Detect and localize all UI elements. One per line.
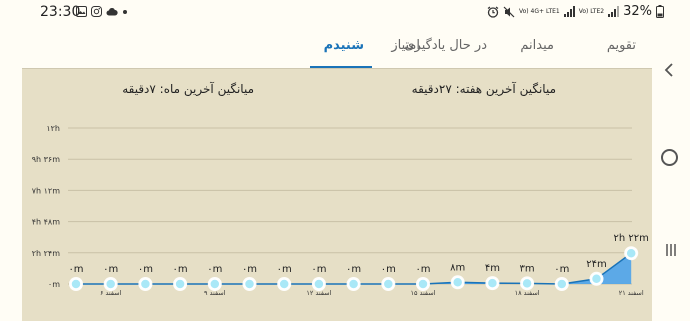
tab-score[interactable]: امتیاز: [391, 38, 420, 53]
volte1-icon: Vo) 4G+ LTE1: [518, 7, 560, 15]
month-average: میانگین آخرین ماه: ۷دقیقه: [122, 82, 254, 96]
dot-icon: [123, 9, 127, 14]
week-average: میانگین آخرین هفته: ۲۷دقیقه: [411, 82, 556, 96]
stats-panel: [22, 69, 652, 321]
alarm-icon: [487, 6, 499, 18]
tab-know[interactable]: میدانم: [520, 38, 554, 53]
status-left-icons: [76, 6, 128, 17]
status-right: Vo) 4G+ LTE1 Vo) LTE2 32%: [487, 4, 664, 19]
status-time: 23:30: [40, 4, 81, 20]
status-bar: 23:30 Vo) 4G+ LTE1 Vo) LTE2 32%: [0, 0, 690, 26]
tab-bar: تقویم میدانم در حال یادگیری امتیاز شنیدم: [22, 28, 652, 69]
tab-heard[interactable]: شنیدم: [324, 38, 364, 53]
volte2-icon: Vo) LTE2: [578, 7, 605, 15]
mute-icon: [503, 6, 515, 17]
instagram-icon: [91, 6, 102, 17]
cloud-icon: [106, 7, 118, 16]
image-icon: [76, 6, 87, 17]
home-button-icon[interactable]: [661, 149, 678, 166]
tab-calendar[interactable]: تقویم: [607, 38, 636, 53]
recents-button-icon[interactable]: [665, 242, 677, 258]
battery-percent: 32%: [623, 4, 652, 19]
signal-icon: [563, 6, 575, 17]
signal-icon: [608, 6, 620, 17]
battery-icon: [656, 5, 664, 18]
back-chevron-icon[interactable]: [663, 63, 675, 77]
